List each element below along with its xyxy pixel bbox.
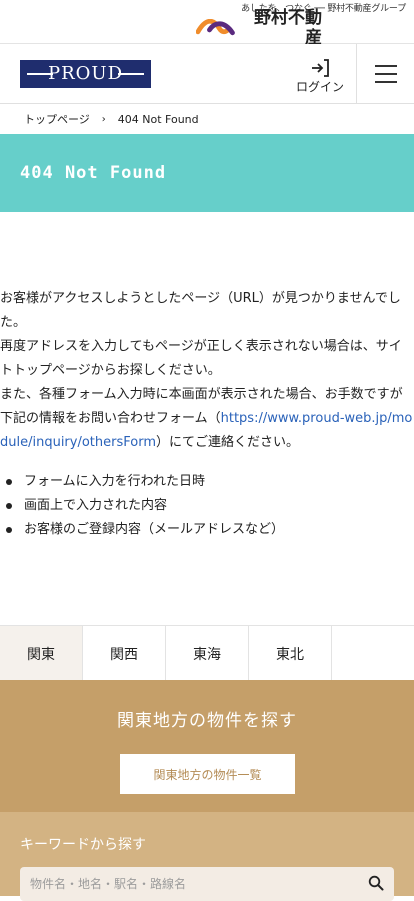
breadcrumb-current: 404 Not Found bbox=[117, 112, 199, 126]
hamburger-icon bbox=[374, 65, 397, 83]
list-item: 画面上で入力された内容 bbox=[2, 494, 414, 518]
search-icon[interactable] bbox=[368, 875, 384, 891]
site-header: PROUD ログイン bbox=[0, 44, 414, 104]
bullet-icon bbox=[6, 503, 12, 509]
tab-kanto[interactable]: 関東 bbox=[0, 626, 83, 681]
region-search-panel: 関東地方の物件を探す 関東地方の物件一覧 キーワードから探す bbox=[0, 680, 414, 901]
bullet-icon bbox=[6, 479, 12, 485]
bullet-icon bbox=[6, 527, 12, 533]
keyword-search-section: キーワードから探す bbox=[0, 812, 414, 901]
list-item: フォームに入力を行われた日時 bbox=[2, 470, 414, 494]
list-item-text: フォームに入力を行われた日時 bbox=[24, 474, 205, 489]
region-panel-title: 関東地方の物件を探す bbox=[117, 711, 297, 731]
tab-kansai[interactable]: 関西 bbox=[83, 626, 166, 681]
corporate-brand-bar: あしたを、つなぐ ── 野村不動産グループ 野村不動産 bbox=[0, 0, 414, 48]
region-tabs: 関東 関西 東海 東北 bbox=[0, 625, 414, 681]
tab-tokai[interactable]: 東海 bbox=[166, 626, 249, 681]
login-button[interactable]: ログイン bbox=[286, 58, 354, 94]
menu-button[interactable] bbox=[356, 44, 414, 104]
region-tabs-spacer bbox=[332, 626, 414, 681]
list-item: お客様のご登録内容（メールアドレスなど） bbox=[2, 518, 414, 542]
brand-wrap: あしたを、つなぐ ── 野村不動産グループ 野村不動産 bbox=[196, 4, 406, 48]
proud-logo-text: PROUD bbox=[47, 63, 124, 84]
proud-logo[interactable]: PROUD bbox=[20, 60, 151, 88]
region-property-list-button[interactable]: 関東地方の物件一覧 bbox=[120, 754, 295, 794]
error-message: お客様がアクセスしようとしたページ（URL）が見つかりませんでした。 再度アドレ… bbox=[0, 212, 414, 542]
login-label: ログイン bbox=[295, 80, 344, 94]
message-text-after-link: ）にてご連絡ください。 bbox=[156, 435, 300, 450]
keyword-search-label: キーワードから探す bbox=[20, 837, 146, 853]
page-title: 404 Not Found bbox=[20, 162, 167, 183]
info-list: フォームに入力を行われた日時 画面上で入力された内容 お客様のご登録内容（メール… bbox=[0, 470, 414, 542]
login-icon bbox=[312, 59, 329, 77]
page-title-bar: 404 Not Found bbox=[0, 134, 414, 212]
breadcrumb-home-link[interactable]: トップページ bbox=[24, 111, 90, 127]
message-paragraph-1: お客様がアクセスしようとしたページ（URL）が見つかりませんでした。 bbox=[0, 291, 401, 330]
message-paragraph-3: また、各種フォーム入力時に本画面が表示された場合、お手数ですが下記の情報をお問い… bbox=[0, 383, 414, 455]
list-item-text: お客様のご登録内容（メールアドレスなど） bbox=[24, 522, 285, 537]
brand-name: 野村不動産 bbox=[254, 8, 322, 48]
keyword-search-input[interactable] bbox=[30, 877, 350, 891]
tab-tohoku[interactable]: 東北 bbox=[249, 626, 332, 681]
message-paragraph-2: 再度アドレスを入力してもページが正しく表示されない場合は、サイトトップページから… bbox=[0, 339, 402, 378]
nomura-logo[interactable]: 野村不動産 bbox=[196, 8, 406, 48]
nomura-logo-icon bbox=[196, 19, 235, 36]
breadcrumb: トップページ › 404 Not Found bbox=[0, 104, 414, 134]
list-item-text: 画面上で入力された内容 bbox=[24, 498, 168, 513]
breadcrumb-separator-icon: › bbox=[101, 113, 106, 125]
